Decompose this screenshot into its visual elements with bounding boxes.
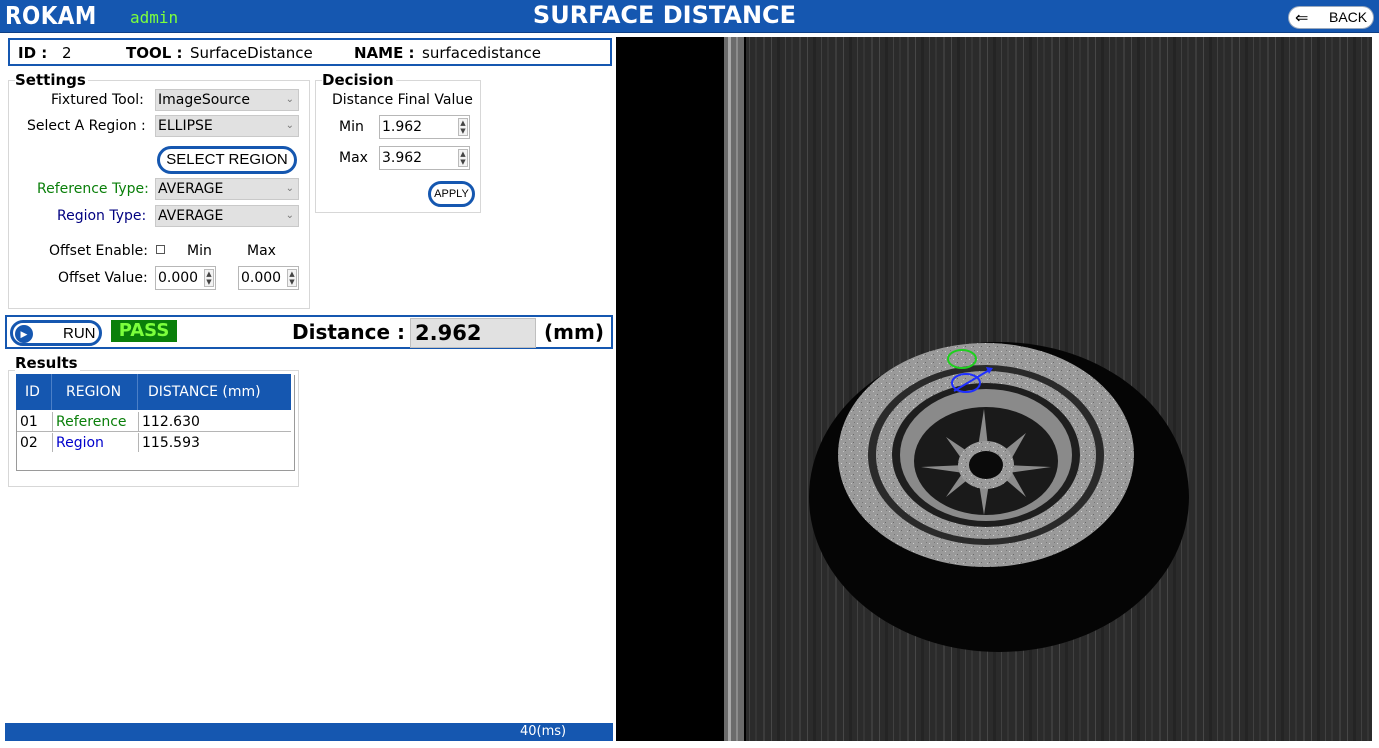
back-button-label: BACK (1329, 9, 1368, 25)
offset-max-input[interactable]: 0.000 ▲ ▼ (238, 266, 299, 290)
run-bar: ▶ RUN PASS Distance : 2.962 (mm) (5, 315, 613, 349)
page-title: SURFACE DISTANCE (532, 1, 797, 29)
reference-type-label: Reference Type: (37, 181, 149, 197)
tool-type: SurfaceDistance (190, 44, 313, 62)
decision-max-input[interactable]: 3.962 ▲ ▼ (379, 146, 470, 170)
offset-min-input[interactable]: 0.000 ▲ ▼ (155, 266, 216, 290)
results-table-header: ID REGION DISTANCE (mm) (16, 374, 291, 410)
processing-time: 40(ms) (520, 724, 567, 739)
back-button[interactable]: ⇐ BACK (1288, 6, 1374, 29)
distance-label: Distance : (292, 320, 406, 344)
offset-enable-label: Offset Enable: (49, 243, 148, 259)
spinner-icon[interactable]: ▲ ▼ (458, 149, 468, 167)
table-row[interactable]: 02 Region 115.593 (17, 433, 291, 453)
spinner-icon[interactable]: ▲ ▼ (287, 269, 297, 287)
tool-id: 2 (62, 44, 72, 62)
reference-type-select[interactable]: AVERAGE ⌄ (155, 178, 299, 200)
region-shape-select[interactable]: ELLIPSE ⌄ (155, 115, 299, 137)
row-id: 02 (20, 435, 38, 451)
tool-label: TOOL : (126, 44, 183, 62)
chevron-down-icon: ⌄ (285, 210, 294, 221)
offset-max-label: Max (247, 243, 276, 259)
decision-min-value: 1.962 (382, 119, 423, 135)
chevron-down-icon: ⌄ (285, 120, 294, 131)
row-region: Region (56, 435, 104, 451)
distance-unit: (mm) (544, 320, 604, 344)
region-type-select[interactable]: AVERAGE ⌄ (155, 205, 299, 227)
settings-title: Settings (15, 71, 88, 89)
chevron-down-icon: ⌄ (285, 94, 294, 105)
status-badge: PASS (111, 320, 177, 342)
select-region-button[interactable]: SELECT REGION (157, 146, 297, 174)
spinner-icon[interactable]: ▲ ▼ (458, 118, 468, 136)
left-panel: ID : 2 TOOL : SurfaceDistance NAME : sur… (0, 34, 615, 748)
decision-min-input[interactable]: 1.962 ▲ ▼ (379, 115, 470, 139)
results-title: Results (15, 354, 80, 372)
decision-max-value: 3.962 (382, 150, 423, 166)
run-button-label: RUN (63, 325, 96, 342)
row-distance: 112.630 (142, 414, 200, 430)
name-label: NAME : (354, 44, 415, 62)
play-icon: ▶ (15, 325, 33, 343)
run-button[interactable]: ▶ RUN (10, 320, 102, 346)
column-header: REGION (66, 384, 122, 400)
offset-min-value: 0.000 (158, 270, 199, 286)
offset-max-value: 0.000 (241, 270, 282, 286)
offset-enable-checkbox[interactable] (156, 245, 165, 254)
status-bar: 40(ms) (5, 723, 613, 741)
apply-button[interactable]: APPLY (428, 181, 475, 207)
decision-title: Decision (322, 71, 396, 89)
decision-min-label: Min (339, 119, 364, 135)
inspection-image (616, 37, 1372, 741)
spinner-icon[interactable]: ▲ ▼ (204, 269, 214, 287)
arrow-left-icon: ⇐ (1295, 10, 1309, 27)
distance-value: 2.962 (410, 318, 536, 348)
column-header: ID (25, 384, 40, 400)
tool-name: surfacedistance (422, 44, 541, 62)
image-viewer[interactable] (616, 37, 1372, 741)
row-distance: 115.593 (142, 435, 200, 451)
title-bar: ROKAM admin SURFACE DISTANCE ⇐ BACK (0, 0, 1379, 33)
select-region-label: Select A Region : (27, 118, 146, 134)
row-region: Reference (56, 414, 127, 430)
row-id: 01 (20, 414, 38, 430)
id-label: ID : (18, 44, 48, 62)
offset-value-label: Offset Value: (58, 270, 148, 286)
fixtured-tool-label: Fixtured Tool: (51, 92, 144, 108)
fixtured-tool-value: ImageSource (158, 92, 250, 108)
reference-type-value: AVERAGE (158, 181, 224, 197)
chevron-down-icon: ⌄ (285, 183, 294, 194)
table-row[interactable]: 01 Reference 112.630 (17, 412, 291, 432)
decision-subtitle: Distance Final Value (332, 92, 473, 108)
tool-info-bar: ID : 2 TOOL : SurfaceDistance NAME : sur… (8, 38, 612, 66)
results-group: ID REGION DISTANCE (mm) 01 Reference 112… (8, 370, 299, 487)
column-header: DISTANCE (mm) (148, 384, 261, 400)
region-type-label: Region Type: (57, 208, 147, 224)
region-type-value: AVERAGE (158, 208, 224, 224)
offset-min-label: Min (187, 243, 212, 259)
region-shape-value: ELLIPSE (158, 118, 213, 134)
fixtured-tool-select[interactable]: ImageSource ⌄ (155, 89, 299, 111)
decision-max-label: Max (339, 150, 368, 166)
